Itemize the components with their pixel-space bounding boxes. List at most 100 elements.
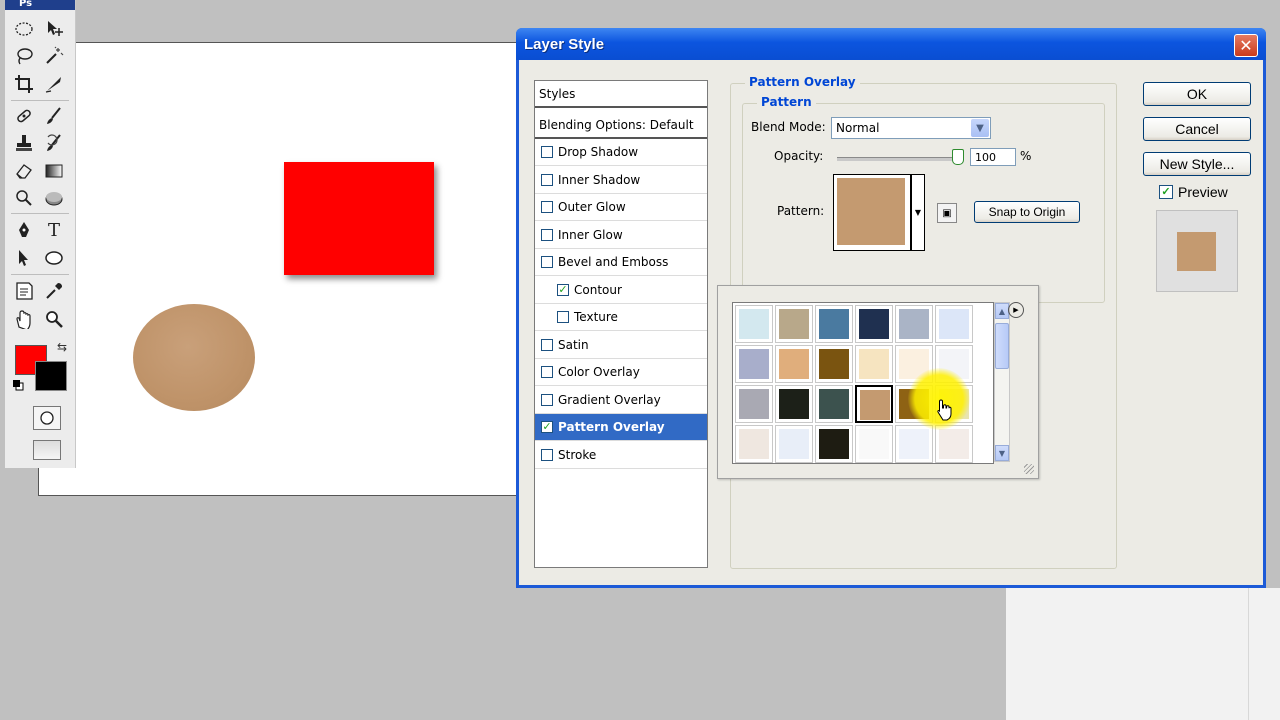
pattern-swatch[interactable] [775,425,813,463]
scroll-up-icon[interactable]: ▲ [995,303,1009,319]
toolbox-header[interactable]: Ps [5,0,75,10]
eyedropper-tool-icon[interactable] [41,279,67,303]
default-colors-icon[interactable] [12,379,24,391]
style-checkbox[interactable]: ✓ [557,283,569,296]
scrollbar-thumb[interactable] [995,323,1009,369]
pattern-swatch[interactable] [935,425,973,463]
preview-checkbox[interactable]: ✓ [1159,185,1173,199]
style-checkbox[interactable] [541,146,553,158]
pattern-swatch-fill [779,309,809,339]
clone-stamp-tool-icon[interactable] [11,131,37,155]
crop-tool-icon[interactable] [11,72,37,96]
burn-tool-icon[interactable] [41,186,67,210]
swap-colors-icon[interactable]: ⇆ [57,340,67,354]
new-preset-icon[interactable]: ▣ [937,203,957,223]
opacity-slider[interactable] [837,157,963,161]
path-selection-tool-icon[interactable] [11,246,37,270]
cancel-button[interactable]: Cancel [1143,117,1251,141]
blend-mode-select[interactable]: Normal ▼ [831,117,991,139]
magic-wand-tool-icon[interactable] [41,44,67,68]
style-checkbox[interactable] [541,393,553,406]
opacity-slider-thumb[interactable] [952,149,964,165]
style-item-satin[interactable]: Satin [535,332,707,359]
ellipse-tool-icon[interactable] [41,246,67,270]
document-canvas[interactable] [38,42,519,496]
slice-tool-icon[interactable] [41,72,67,96]
notes-tool-icon[interactable] [11,279,37,303]
styles-header[interactable]: Styles [535,81,707,108]
pattern-swatch[interactable] [735,345,773,383]
pen-tool-icon[interactable] [11,218,37,242]
healing-brush-tool-icon[interactable] [11,104,37,128]
pattern-swatch[interactable] [815,305,853,343]
marquee-tool-icon[interactable] [11,17,37,41]
style-checkbox[interactable] [541,448,553,461]
gradient-tool-icon[interactable] [41,159,67,183]
style-checkbox[interactable] [541,173,553,186]
style-checkbox[interactable]: ✓ [541,421,553,433]
style-item-outer-glow[interactable]: Outer Glow [535,194,707,221]
style-item-stroke[interactable]: Stroke [535,442,707,469]
ok-button[interactable]: OK [1143,82,1251,106]
style-checkbox[interactable] [541,366,553,378]
style-item-drop-shadow[interactable]: Drop Shadow [535,139,707,166]
style-item-inner-shadow[interactable]: Inner Shadow [535,167,707,194]
style-checkbox[interactable] [541,201,553,213]
style-item-pattern-overlay[interactable]: ✓ Pattern Overlay [535,414,707,441]
style-item-contour[interactable]: ✓ Contour [535,277,707,304]
pattern-swatch[interactable] [815,385,853,423]
dialog-titlebar[interactable]: Layer Style ✕ [516,28,1266,60]
pattern-swatch[interactable] [815,425,853,463]
eraser-tool-icon[interactable] [11,159,37,183]
dodge-tool-icon[interactable] [11,186,37,210]
style-item-gradient-overlay[interactable]: Gradient Overlay [535,387,707,414]
pattern-swatch[interactable] [855,345,893,383]
style-checkbox[interactable] [541,338,553,351]
zoom-tool-icon[interactable] [41,307,67,331]
blending-options-item[interactable]: Blending Options: Default [535,112,707,139]
style-item-color-overlay[interactable]: Color Overlay [535,359,707,386]
pattern-dropdown-arrow-icon[interactable]: ▼ [911,174,925,251]
opacity-input[interactable]: 100 [970,148,1016,166]
style-item-inner-glow[interactable]: Inner Glow [535,222,707,249]
chevron-down-icon[interactable]: ▼ [971,119,989,137]
history-brush-tool-icon[interactable] [41,131,67,155]
style-item-bevel-and-emboss[interactable]: Bevel and Emboss [535,249,707,276]
pattern-swatch[interactable] [775,305,813,343]
pattern-swatch[interactable] [855,385,893,423]
pattern-swatch[interactable] [855,425,893,463]
pattern-swatch[interactable] [895,425,933,463]
pattern-swatch[interactable] [935,305,973,343]
type-tool-icon[interactable]: T [41,218,67,242]
snap-to-origin-button[interactable]: Snap to Origin [974,201,1080,223]
style-checkbox[interactable] [541,256,553,268]
pattern-swatch[interactable] [735,305,773,343]
style-checkbox[interactable] [541,228,553,241]
pattern-swatch[interactable] [775,345,813,383]
picker-menu-icon[interactable]: ▶ [1008,302,1024,318]
pattern-preview[interactable] [833,174,911,251]
quick-mask-icon[interactable] [33,406,61,430]
pattern-swatch[interactable] [735,425,773,463]
brush-tool-icon[interactable] [41,104,67,128]
hand-tool-icon[interactable] [11,307,37,331]
pattern-swatch[interactable] [895,305,933,343]
pattern-swatch[interactable] [735,385,773,423]
new-style-button[interactable]: New Style... [1143,152,1251,176]
scroll-down-icon[interactable]: ▼ [995,445,1009,461]
preview-checkbox-row[interactable]: ✓ Preview [1159,184,1228,200]
lasso-tool-icon[interactable] [11,44,37,68]
background-color-swatch[interactable] [35,361,67,391]
pattern-swatch[interactable] [775,385,813,423]
pattern-swatch[interactable] [815,345,853,383]
pattern-swatch[interactable] [855,305,893,343]
screen-mode-icon[interactable] [33,440,61,460]
move-tool-icon[interactable] [41,17,67,41]
style-checkbox[interactable] [557,311,569,323]
close-button[interactable]: ✕ [1234,34,1258,57]
style-item-texture[interactable]: Texture [535,304,707,331]
pattern-ellipse-layer[interactable] [133,304,255,411]
resize-grip-icon[interactable] [1024,464,1034,474]
pattern-picker-scrollbar[interactable]: ▲ ▼ [994,302,1010,462]
red-rectangle-layer[interactable] [284,162,434,275]
